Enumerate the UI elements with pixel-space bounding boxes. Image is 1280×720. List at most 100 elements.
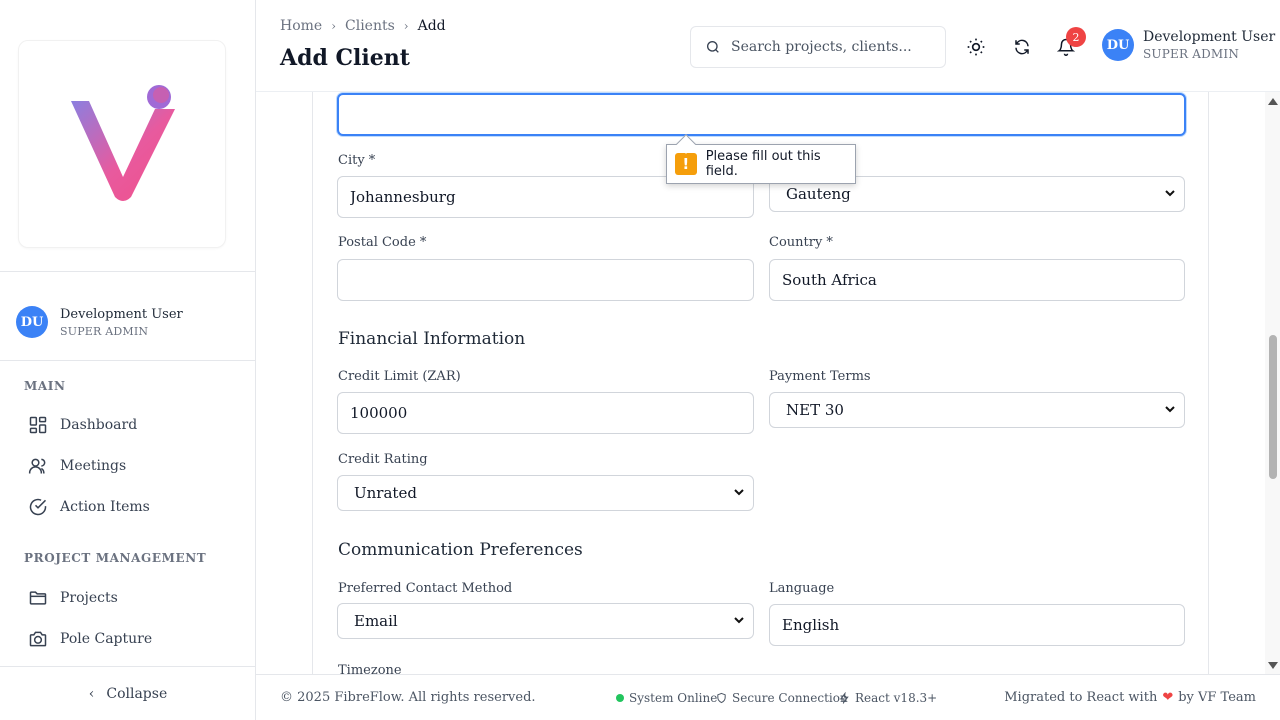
online-dot-icon: [616, 694, 624, 702]
lightning-icon: [839, 692, 849, 704]
contact-method-select[interactable]: Email: [337, 603, 754, 639]
section-title-main: MAIN: [24, 379, 66, 393]
sidebar-item-action-items[interactable]: Action Items: [28, 497, 150, 517]
chevron-right-icon: ›: [403, 19, 409, 33]
sidebar-item-label: Meetings: [60, 458, 127, 474]
payment-terms-select[interactable]: NET 30: [769, 392, 1185, 428]
scroll-up-arrow-icon[interactable]: [1268, 98, 1278, 105]
city-label: City *: [338, 153, 376, 168]
postal-code-field[interactable]: [337, 259, 754, 301]
sidebar-item-label: Projects: [60, 590, 118, 606]
credit-prefix: Migrated to React with: [1004, 690, 1158, 705]
country-field[interactable]: [769, 259, 1185, 301]
camera-icon: [29, 631, 47, 647]
warning-icon: !: [675, 153, 697, 175]
user-name: Development User: [1143, 29, 1276, 45]
footer: © 2025 FibreFlow. All rights reserved. S…: [256, 674, 1280, 720]
chevron-down-icon: [734, 617, 744, 624]
sidebar-divider: [0, 666, 256, 667]
system-online-text: System Online: [629, 691, 718, 705]
validation-tooltip: ! Please fill out this field.: [666, 134, 856, 184]
vertical-scrollbar[interactable]: [1265, 92, 1280, 674]
sidebar-item-meetings[interactable]: Meetings: [28, 456, 126, 476]
contact-method-value: Email: [354, 612, 398, 630]
notification-badge: 2: [1066, 27, 1086, 47]
sidebar-divider: [0, 360, 256, 361]
secure-connection-text: Secure Connection: [732, 691, 848, 705]
credit-rating-label: Credit Rating: [338, 452, 428, 467]
chevron-down-icon: [1165, 190, 1175, 197]
user-role: SUPER ADMIN: [60, 324, 149, 338]
header-user-menu[interactable]: DU Development User SUPER ADMIN: [1102, 29, 1275, 61]
scroll-down-arrow-icon[interactable]: [1268, 662, 1278, 669]
credit-text: Migrated to React with ❤ by VF Team: [1004, 690, 1256, 705]
system-status: System Online: [616, 691, 717, 705]
user-name: Development User: [60, 306, 183, 322]
sidebar-item-dashboard[interactable]: Dashboard: [28, 415, 137, 435]
sidebar-item-label: Action Items: [60, 499, 150, 515]
user-role: SUPER ADMIN: [1143, 47, 1240, 61]
chevron-down-icon: [1165, 406, 1175, 413]
breadcrumb: Home › Clients › Add: [280, 18, 446, 34]
copyright-text: © 2025 FibreFlow. All rights reserved.: [280, 690, 536, 705]
scroll-thumb[interactable]: [1269, 335, 1277, 479]
heart-icon: ❤: [1162, 690, 1174, 705]
payment-terms-value: NET 30: [786, 401, 844, 419]
refresh-icon: [1015, 39, 1029, 55]
sidebar-divider: [0, 271, 256, 272]
search-icon: [707, 41, 719, 53]
address-field[interactable]: [337, 93, 1186, 136]
payment-terms-label: Payment Terms: [769, 369, 871, 384]
credit-rating-select[interactable]: Unrated: [337, 475, 754, 511]
section-title-project-management: PROJECT MANAGEMENT: [24, 551, 207, 565]
contact-method-label: Preferred Contact Method: [338, 581, 513, 596]
collapse-label: Collapse: [106, 686, 168, 702]
country-label: Country *: [769, 235, 833, 250]
theme-toggle-button[interactable]: [965, 36, 987, 58]
sidebar-item-label: Dashboard: [60, 417, 138, 433]
refresh-button[interactable]: [1011, 36, 1033, 58]
province-value: Gauteng: [786, 185, 851, 203]
breadcrumb-current: Add: [417, 18, 446, 34]
search-input[interactable]: [731, 39, 931, 55]
language-field[interactable]: [769, 604, 1185, 646]
search-box[interactable]: [690, 26, 946, 68]
sidebar-user: DU Development User SUPER ADMIN: [16, 306, 183, 338]
avatar: DU: [16, 306, 48, 338]
communication-section-title: Communication Preferences: [338, 540, 583, 560]
shield-icon: [717, 692, 726, 704]
financial-section-title: Financial Information: [338, 329, 526, 349]
chevron-right-icon: ›: [331, 19, 337, 33]
users-icon: [28, 458, 46, 474]
top-header: Home › Clients › Add Add Client 2 DU Dev…: [256, 0, 1280, 92]
sidebar: DU Development User SUPER ADMIN MAIN Das…: [0, 0, 256, 720]
credit-limit-label: Credit Limit (ZAR): [338, 369, 461, 384]
language-label: Language: [769, 581, 835, 596]
sidebar-item-projects[interactable]: Projects: [28, 588, 118, 608]
credit-limit-field[interactable]: [337, 392, 754, 434]
avatar: DU: [1102, 29, 1134, 61]
chevron-down-icon: [734, 489, 744, 496]
logo-card: [18, 40, 226, 248]
react-version: React v18.3+: [839, 691, 937, 705]
chevron-left-icon: ‹: [88, 686, 95, 702]
postal-code-label: Postal Code *: [338, 235, 427, 250]
sun-icon: [967, 38, 985, 56]
sidebar-item-label: Pole Capture: [60, 631, 153, 647]
validation-message: Please fill out this field.: [705, 149, 821, 179]
page-title: Add Client: [280, 45, 410, 71]
check-circle-icon: [29, 498, 47, 516]
dashboard-grid-icon: [29, 416, 47, 434]
secure-connection: Secure Connection: [716, 691, 848, 705]
breadcrumb-clients[interactable]: Clients: [345, 18, 395, 34]
main-content: City * Gauteng Postal Code * Country * F…: [256, 92, 1265, 674]
collapse-button[interactable]: ‹ Collapse: [0, 676, 256, 712]
credit-rating-value: Unrated: [354, 484, 417, 502]
timezone-label: Timezone: [338, 663, 402, 674]
app-logo: [71, 85, 175, 201]
react-version-text: React v18.3+: [855, 691, 938, 705]
breadcrumb-home[interactable]: Home: [280, 18, 322, 34]
folder-icon: [29, 591, 47, 605]
sidebar-item-pole-capture[interactable]: Pole Capture: [28, 629, 152, 649]
credit-suffix: by VF Team: [1178, 690, 1256, 705]
